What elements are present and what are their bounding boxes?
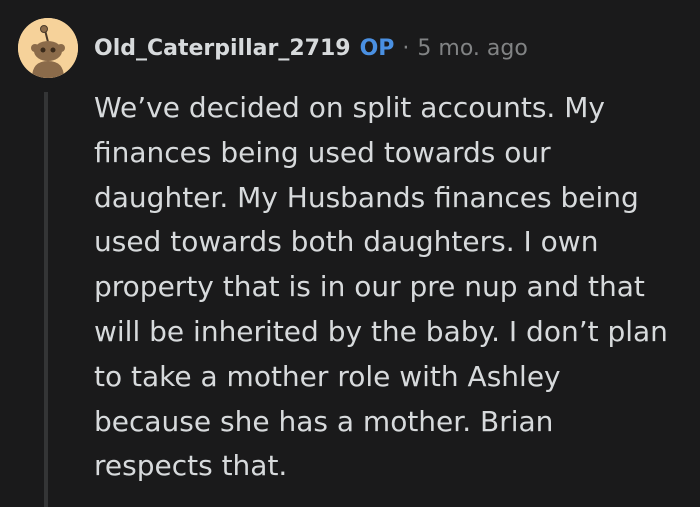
meta-separator: · — [402, 36, 410, 61]
comment-body: We’ve decided on split accounts. My fina… — [94, 86, 684, 489]
comment-body-line: used towards both daughters. I own — [94, 225, 599, 259]
snoo-avatar-icon — [18, 18, 78, 78]
comment-timestamp[interactable]: 5 mo. ago — [417, 34, 527, 64]
avatar[interactable] — [18, 18, 78, 78]
comment-body-line: daughter. My Husbands finances being — [94, 180, 639, 214]
comment-body-line: property that is in our pre nup and that — [94, 270, 645, 304]
op-badge: OP — [359, 36, 395, 61]
comment-body-line: to take a mother role with Ashley — [94, 359, 561, 393]
comment-body-line: finances being used towards our — [94, 135, 551, 169]
comment-meta: Old_Caterpillar_2719 OP · 5 mo. ago — [94, 34, 528, 64]
comment: Old_Caterpillar_2719 OP · 5 mo. ago We’v… — [0, 0, 700, 507]
username-link[interactable]: Old_Caterpillar_2719 — [94, 34, 351, 64]
thread-collapse-line[interactable] — [44, 92, 48, 507]
comment-body-line: will be inherited by the baby. I don’t p… — [94, 314, 668, 348]
comment-body-line: because she has a mother. Brian — [94, 404, 554, 438]
comment-body-line: respects that. — [94, 449, 288, 483]
comment-body-line: We’ve decided on split accounts. My — [94, 91, 605, 124]
